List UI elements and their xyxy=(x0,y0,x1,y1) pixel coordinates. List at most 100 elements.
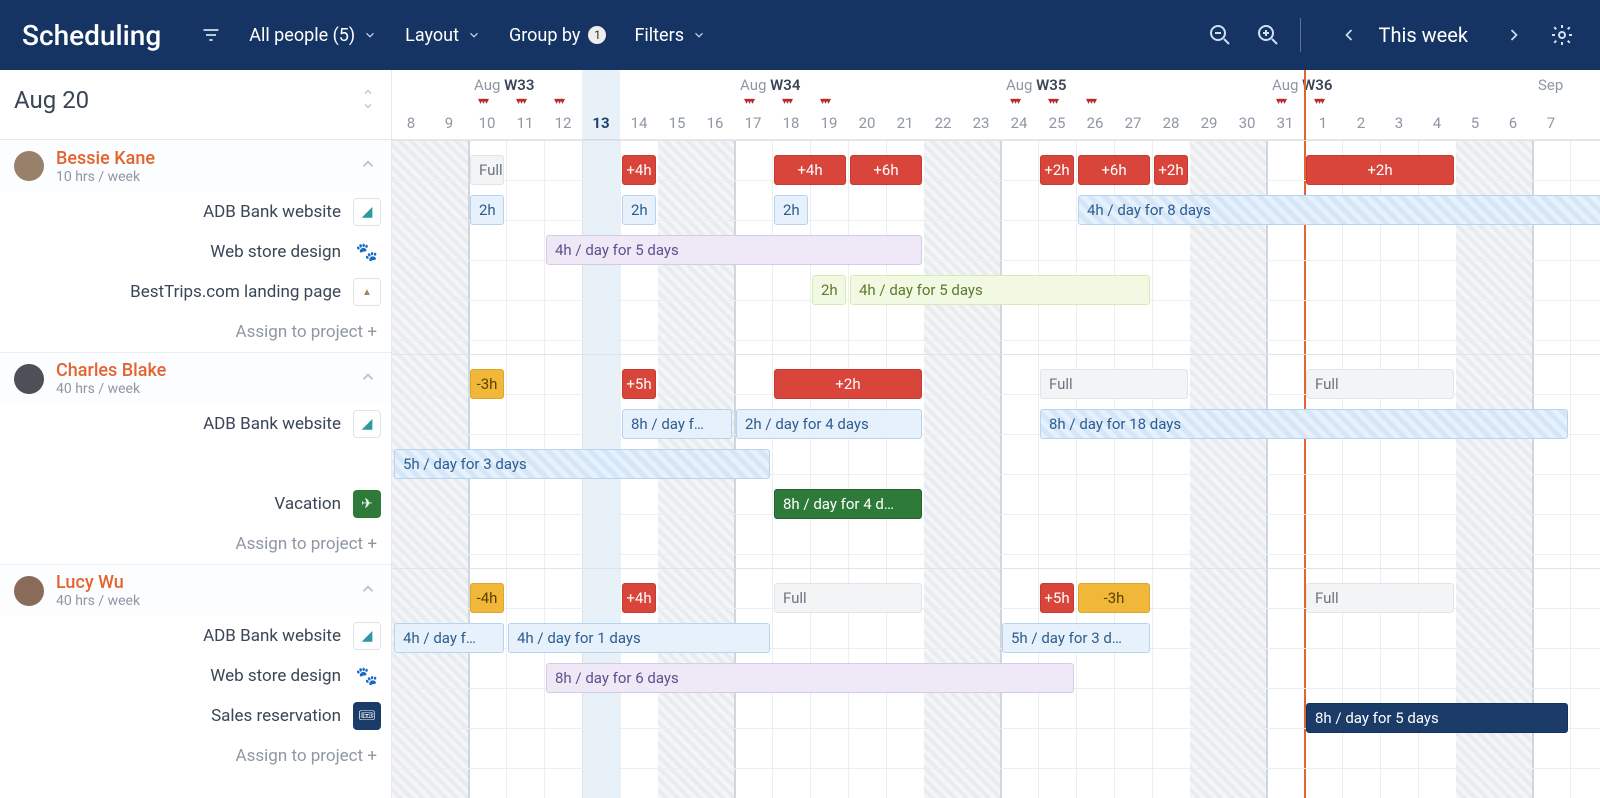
schedule-block[interactable]: +4h xyxy=(622,583,656,613)
assign-to-project-button[interactable]: Assign to project + xyxy=(0,736,391,776)
schedule-block[interactable]: 4h / day for 5 days xyxy=(546,235,922,265)
schedule-block[interactable]: +4h xyxy=(622,155,656,185)
this-week-label[interactable]: This week xyxy=(1379,23,1468,47)
project-row[interactable] xyxy=(0,444,391,484)
schedule-block[interactable]: 8h / day for 4 d… xyxy=(774,489,922,519)
day-number[interactable]: 6 xyxy=(1494,114,1532,132)
schedule-block[interactable]: 8h / day for 6 days xyxy=(546,663,1074,693)
project-row[interactable]: Web store design🐾 xyxy=(0,232,391,272)
day-number[interactable]: 25 xyxy=(1038,114,1076,132)
schedule-block[interactable]: 8h / day for 18 days xyxy=(1040,409,1568,439)
day-number[interactable]: 28 xyxy=(1152,114,1190,132)
day-number[interactable]: 10 xyxy=(468,114,506,132)
schedule-block[interactable]: 8h / day for 5 days xyxy=(1306,703,1568,733)
project-row[interactable]: BestTrips.com landing page▲ xyxy=(0,272,391,312)
prev-week-button[interactable] xyxy=(1333,19,1365,51)
schedule-block[interactable]: Full xyxy=(1306,583,1454,613)
day-number[interactable]: 18 xyxy=(772,114,810,132)
schedule-block[interactable]: +2h xyxy=(1154,155,1188,185)
day-number[interactable]: 7 xyxy=(1532,114,1570,132)
project-row[interactable]: ADB Bank website◢ xyxy=(0,616,391,656)
person-row[interactable]: Bessie Kane10 hrs / week xyxy=(0,140,391,192)
collapse-down-icon[interactable] xyxy=(359,100,377,112)
day-number[interactable]: 21 xyxy=(886,114,924,132)
schedule-block[interactable]: +5h xyxy=(1040,583,1074,613)
schedule-block[interactable]: 4h / day f… xyxy=(394,623,504,653)
schedule-block[interactable]: 4h / day for 5 days xyxy=(850,275,1150,305)
collapse-up-icon[interactable] xyxy=(359,86,377,98)
day-number[interactable]: 24 xyxy=(1000,114,1038,132)
schedule-block[interactable]: Full xyxy=(470,155,504,185)
day-number[interactable]: 8 xyxy=(392,114,430,132)
zoom-out-button[interactable] xyxy=(1204,19,1236,51)
schedule-block[interactable]: +6h xyxy=(1078,155,1150,185)
schedule-block[interactable]: 2h / day for 4 days xyxy=(736,409,922,439)
settings-button[interactable] xyxy=(1546,19,1578,51)
schedule-block[interactable]: +5h xyxy=(622,369,656,399)
schedule-block[interactable]: -3h xyxy=(1078,583,1150,613)
schedule-block[interactable]: 2h xyxy=(812,275,846,305)
collapse-person-icon[interactable] xyxy=(359,580,377,602)
schedule-block[interactable]: 4h / day for 8 days xyxy=(1078,195,1600,225)
day-number[interactable]: 3 xyxy=(1380,114,1418,132)
day-number[interactable]: 31 xyxy=(1266,114,1304,132)
day-number[interactable]: 17 xyxy=(734,114,772,132)
day-number[interactable]: 2 xyxy=(1342,114,1380,132)
schedule-block[interactable]: 5h / day for 3 days xyxy=(394,449,770,479)
day-number[interactable]: 11 xyxy=(506,114,544,132)
project-row[interactable]: Vacation✈ xyxy=(0,484,391,524)
day-number[interactable]: 14 xyxy=(620,114,658,132)
schedule-block[interactable]: +4h xyxy=(774,155,846,185)
schedule-block[interactable]: Full xyxy=(1040,369,1188,399)
person-row[interactable]: Lucy Wu40 hrs / week xyxy=(0,564,391,616)
schedule-block[interactable]: Full xyxy=(774,583,922,613)
day-number[interactable]: 5 xyxy=(1456,114,1494,132)
day-number[interactable]: 26 xyxy=(1076,114,1114,132)
collapse-person-icon[interactable] xyxy=(359,368,377,390)
holiday-flags-icon: ▾▾▾ xyxy=(782,96,791,107)
timeline[interactable]: Aug W33Aug W34Aug W35Aug W36Sep ▾▾▾▾▾▾▾▾… xyxy=(392,70,1600,798)
project-row[interactable]: Web store design🐾 xyxy=(0,656,391,696)
schedule-block[interactable]: 8h / day f… xyxy=(622,409,732,439)
assign-to-project-button[interactable]: Assign to project + xyxy=(0,524,391,564)
day-number[interactable]: 9 xyxy=(430,114,468,132)
day-number[interactable]: 1 xyxy=(1304,114,1342,132)
person-row[interactable]: Charles Blake40 hrs / week xyxy=(0,352,391,404)
next-week-button[interactable] xyxy=(1498,19,1530,51)
day-number[interactable]: 12 xyxy=(544,114,582,132)
schedule-block[interactable]: 2h xyxy=(622,195,656,225)
day-number[interactable]: 23 xyxy=(962,114,1000,132)
groupby-dropdown[interactable]: Group by 1 xyxy=(509,25,606,46)
project-row[interactable]: ADB Bank website◢ xyxy=(0,404,391,444)
schedule-block[interactable]: 2h xyxy=(470,195,504,225)
day-number[interactable]: 20 xyxy=(848,114,886,132)
filters-dropdown[interactable]: Filters xyxy=(634,25,706,46)
day-number[interactable]: 4 xyxy=(1418,114,1456,132)
filter-toggle-icon[interactable] xyxy=(201,25,221,45)
layout-dropdown[interactable]: Layout xyxy=(405,25,481,46)
day-number[interactable]: 29 xyxy=(1190,114,1228,132)
project-row[interactable]: Sales reservation🎟 xyxy=(0,696,391,736)
collapse-person-icon[interactable] xyxy=(359,155,377,177)
day-number[interactable]: 27 xyxy=(1114,114,1152,132)
schedule-block[interactable]: -3h xyxy=(470,369,504,399)
schedule-block[interactable]: Full xyxy=(1306,369,1454,399)
zoom-in-button[interactable] xyxy=(1252,19,1284,51)
assign-to-project-button[interactable]: Assign to project + xyxy=(0,312,391,352)
day-number[interactable]: 15 xyxy=(658,114,696,132)
day-number[interactable]: 30 xyxy=(1228,114,1266,132)
schedule-block[interactable]: +2h xyxy=(1306,155,1454,185)
day-number[interactable]: 16 xyxy=(696,114,734,132)
schedule-block[interactable]: +2h xyxy=(1040,155,1074,185)
schedule-block[interactable]: +2h xyxy=(774,369,922,399)
project-row[interactable]: ADB Bank website◢ xyxy=(0,192,391,232)
schedule-block[interactable]: 5h / day for 3 d… xyxy=(1002,623,1150,653)
schedule-block[interactable]: 4h / day for 1 days xyxy=(508,623,770,653)
schedule-block[interactable]: 2h xyxy=(774,195,808,225)
day-number[interactable]: 22 xyxy=(924,114,962,132)
timeline-grid[interactable]: Full+4h+4h+6h+2h+6h+2h+2h2h2h2h4h / day … xyxy=(392,140,1600,798)
schedule-block[interactable]: -4h xyxy=(470,583,504,613)
day-number[interactable]: 19 xyxy=(810,114,848,132)
schedule-block[interactable]: +6h xyxy=(850,155,922,185)
people-dropdown[interactable]: All people (5) xyxy=(249,25,377,46)
